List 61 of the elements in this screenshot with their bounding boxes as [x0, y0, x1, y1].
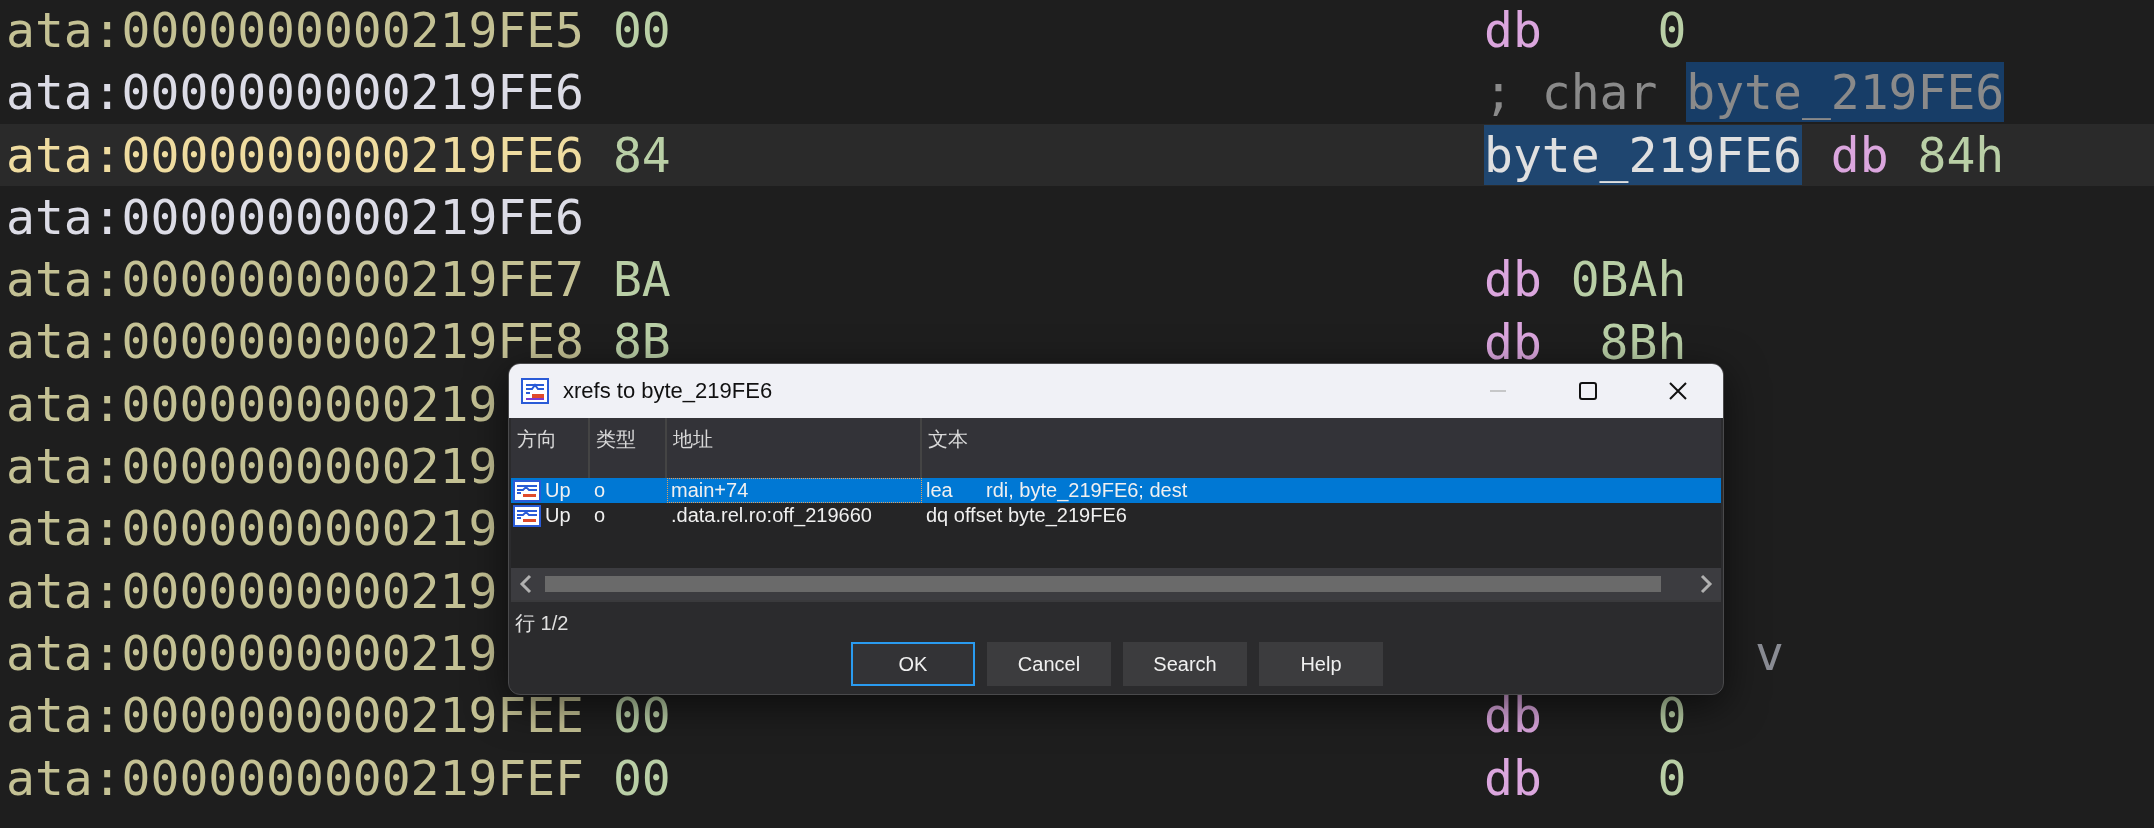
dialog-button[interactable]: Search: [1123, 642, 1247, 686]
xref-row[interactable]: Up o main+74 lea rdi, byte_219FE6; dest: [511, 478, 1721, 503]
byte-value: 8B: [612, 312, 671, 372]
address-text: ata:0000000000219: [6, 437, 498, 497]
address-text: ata:0000000000219FE5: [6, 1, 584, 60]
address-text: ata:0000000000219: [6, 499, 498, 559]
window-title: xrefs to byte_219FE6: [563, 378, 773, 404]
value-text: 84h: [1916, 125, 2005, 185]
value-text: 0: [1656, 748, 1687, 808]
directive-text: db: [1484, 1, 1542, 61]
address-text: ata:0000000000219: [6, 561, 498, 621]
type-text: o: [593, 478, 607, 503]
type-text: o: [593, 503, 607, 528]
value-text: 8Bh: [1598, 312, 1687, 372]
scroll-left-icon[interactable]: [519, 574, 533, 594]
dialog-button[interactable]: Help: [1259, 642, 1383, 686]
dialog-button[interactable]: OK: [851, 642, 975, 686]
address-text: ata:0000000000219: [6, 374, 498, 434]
horizontal-scrollbar[interactable]: [511, 568, 1721, 602]
byte-value: 00: [612, 748, 671, 808]
address-text: ata:0000000000219FE6: [6, 187, 584, 247]
xref-row[interactable]: Up o .data.rel.ro:off_219660 dq offset byte_219FE6: [511, 503, 1721, 528]
comment-text: ; char: [1484, 63, 1659, 123]
directive-text: db: [1829, 125, 1889, 185]
comment-text: v: [1755, 624, 1784, 684]
value-text: 0: [1656, 1, 1687, 61]
address-text: ata:0000000000219FE6: [6, 125, 584, 185]
byte-value: 00: [612, 1, 671, 60]
address-text: ata:0000000000219FEE: [6, 686, 584, 746]
address-text: .data.rel.ro:off_219660: [670, 503, 873, 528]
address-text: ata:0000000000219FE7: [6, 250, 584, 310]
address-text: ata:0000000000219: [6, 623, 498, 683]
directive-text: db: [1484, 312, 1542, 372]
scroll-right-icon[interactable]: [1699, 574, 1713, 594]
value-text: 0BAh: [1569, 250, 1687, 310]
xref-icon: [513, 479, 541, 502]
instruction-text: lea rdi, byte_219FE6; dest: [925, 478, 1189, 503]
value-text: 0: [1656, 686, 1687, 746]
byte-value: 84: [612, 125, 671, 185]
direction-text: Up: [545, 503, 571, 528]
app-icon: [521, 378, 549, 404]
directive-text: db: [1484, 686, 1542, 746]
instruction-text: dq offset byte_219FE6: [925, 503, 1128, 528]
address-text: ata:0000000000219FE8: [6, 312, 584, 372]
directive-text: db: [1484, 250, 1542, 310]
directive-text: db: [1484, 748, 1542, 808]
row-counter: 行 1/2: [515, 611, 570, 636]
column-header[interactable]: 文本: [922, 418, 1721, 478]
label-text: byte_219FE6: [1484, 124, 1802, 185]
address-text: ata:0000000000219FE6: [6, 63, 584, 123]
address-text: ata:0000000000219FEF: [6, 748, 584, 808]
direction-text: Up: [545, 478, 571, 503]
address-text: main+74: [667, 478, 922, 503]
comment-text: byte_219FE6: [1686, 62, 2005, 123]
scrollbar-thumb[interactable]: [545, 576, 1661, 592]
xref-icon: [513, 504, 541, 527]
byte-value: 00: [612, 686, 671, 746]
dialog-button[interactable]: Cancel: [987, 642, 1111, 686]
maximize-icon[interactable]: [1578, 381, 1598, 401]
byte-value: BA: [612, 250, 671, 310]
close-icon[interactable]: [1668, 381, 1688, 401]
